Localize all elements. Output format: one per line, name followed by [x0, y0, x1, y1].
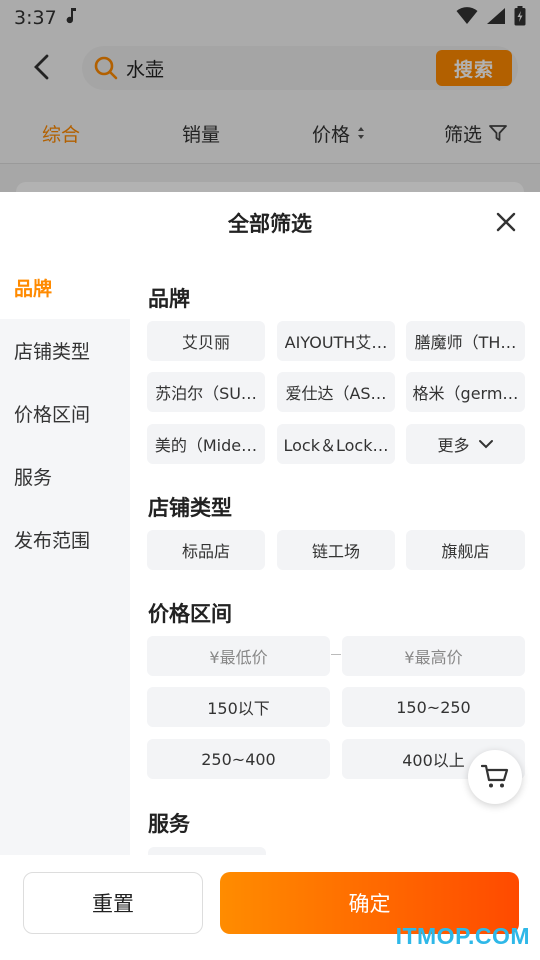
more-label: 更多 [437, 436, 470, 455]
more-brands-button[interactable]: 更多 [406, 424, 525, 464]
footer-actions: 重置 确定 ITMOP.COM [0, 855, 540, 960]
price-option[interactable]: 150~250 [342, 687, 525, 727]
max-price-input[interactable]: ¥最高价 [342, 636, 525, 676]
filter-panel: 全部筛选 品牌 店铺类型 价格区间 服务 发布范围 品牌 艾贝丽 AIYOUTH… [0, 192, 540, 960]
category-price-range[interactable]: 价格区间 [0, 382, 130, 445]
section-title-service: 服务 [148, 812, 190, 836]
category-label: 发布范围 [14, 530, 91, 552]
brand-option[interactable]: 美的（Mide… [147, 424, 265, 464]
brand-option[interactable]: 苏泊尔（SU… [147, 372, 265, 412]
price-option[interactable]: 150以下 [147, 687, 330, 727]
panel-title: 全部筛选 [228, 212, 312, 236]
category-nav: 品牌 店铺类型 价格区间 服务 发布范围 [0, 256, 130, 856]
store-type-option[interactable]: 旗舰店 [406, 530, 525, 570]
brand-option[interactable]: 爱仕达（AS… [277, 372, 395, 412]
section-title-store-type: 店铺类型 [148, 496, 232, 520]
dim-overlay[interactable] [0, 0, 540, 192]
store-type-option[interactable]: 链工场 [277, 530, 395, 570]
brand-option[interactable]: 膳魔师（TH… [406, 321, 525, 361]
chevron-down-icon [478, 440, 493, 449]
category-store-type[interactable]: 店铺类型 [0, 319, 130, 382]
category-label: 店铺类型 [14, 341, 91, 363]
category-label: 价格区间 [14, 404, 91, 426]
close-icon [496, 212, 516, 232]
category-label: 服务 [14, 467, 53, 489]
category-label: 品牌 [14, 278, 53, 300]
cart-icon [481, 764, 509, 788]
category-brand[interactable]: 品牌 [0, 256, 130, 319]
brand-option[interactable]: 艾贝丽 [147, 321, 265, 361]
category-publish-range[interactable]: 发布范围 [0, 508, 130, 571]
min-price-input[interactable]: ¥最低价 [147, 636, 330, 676]
store-type-option[interactable]: 标品店 [147, 530, 265, 570]
section-title-price-range: 价格区间 [148, 602, 232, 626]
cart-button[interactable] [468, 750, 522, 804]
brand-option[interactable]: AIYOUTH艾… [277, 321, 395, 361]
price-option[interactable]: 250~400 [147, 739, 330, 779]
reset-button[interactable]: 重置 [23, 872, 203, 934]
brand-option[interactable]: 格米（germ… [406, 372, 525, 412]
watermark: ITMOP.COM [395, 923, 530, 949]
close-button[interactable] [494, 210, 518, 234]
section-title-brand: 品牌 [148, 287, 190, 311]
brand-option[interactable]: Lock＆Lock… [277, 424, 395, 464]
category-service[interactable]: 服务 [0, 445, 130, 508]
range-separator [331, 654, 341, 655]
